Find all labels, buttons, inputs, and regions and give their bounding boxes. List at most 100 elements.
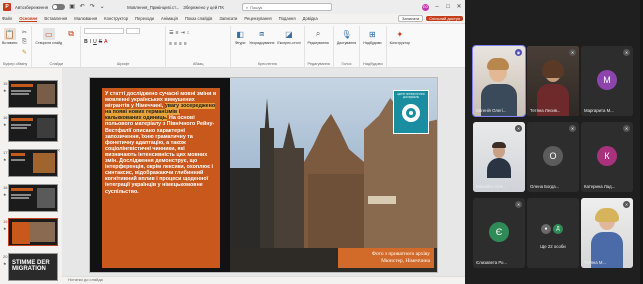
tab-transitions[interactable]: Переходи	[135, 16, 154, 21]
share-button[interactable]: Спільний доступ	[426, 16, 463, 21]
reuse-slides-icon: ⧉	[68, 29, 74, 38]
tab-slideshow[interactable]: Показ слайдів	[185, 16, 212, 21]
slide-thumbnails-pane: 15 ★ 16 ★ 17 ★ 18 ★ 19 ★ 20 ★ STIMME DER…	[0, 68, 62, 284]
editing-button[interactable]: ⌕ Редагування	[308, 28, 329, 45]
participant-tile[interactable]: О ✕ Олена Богда...	[527, 122, 579, 192]
copy-icon[interactable]: ⎘	[20, 38, 28, 46]
participant-tile[interactable]: К ✕ Катерина Лад...	[581, 122, 633, 192]
tab-record[interactable]: Записати	[219, 16, 237, 21]
mic-muted-icon: ✕	[623, 49, 630, 56]
tab-review[interactable]: Рецензування	[244, 16, 271, 21]
close-icon[interactable]: ✕	[456, 4, 462, 10]
designer-button[interactable]: ✦ Конструктор	[390, 28, 411, 46]
slide-thumbnail[interactable]: 15 ★	[2, 80, 60, 110]
slide-thumbnail[interactable]: 16 ★	[2, 114, 60, 144]
participant-tile[interactable]: ◉ Євгенія Олегі...	[472, 45, 526, 117]
slide-text-box[interactable]: У статті досліджено сучасні мовні зміни …	[102, 88, 220, 268]
powerpoint-logo-icon: P	[3, 3, 11, 11]
participant-tile[interactable]: ✕ Михайло Оле...	[473, 122, 525, 192]
group-editing: ⌕ Редагування Редагування	[308, 26, 334, 67]
participant-tile[interactable]: ✕ Тетяна Лесив...	[527, 46, 579, 116]
font-size-select[interactable]	[126, 28, 141, 34]
arrange-button[interactable]: ⧈ Упорядкування	[249, 28, 274, 45]
slide-thumbnail[interactable]: 18 ★	[2, 184, 60, 214]
group-clipboard: 📋 Вставити ✂ ⎘ ✎ Буфер обміну	[2, 26, 33, 67]
pane-collapse-icon[interactable]: ‹	[58, 148, 60, 154]
mic-muted-icon: ✕	[515, 125, 522, 132]
reuse-slides-button[interactable]: ⧉	[65, 28, 77, 40]
numbering-icon[interactable]: ≡	[176, 30, 179, 36]
file-title: Мовлення_Прикінцеві.ст...	[127, 4, 180, 10]
italic-icon[interactable]: I	[90, 39, 91, 45]
cut-icon[interactable]: ✂	[20, 28, 28, 36]
search-icon: ⌕	[245, 4, 249, 10]
bullets-icon[interactable]: ☰	[169, 30, 173, 36]
autosave-label: Автозбереження	[15, 4, 49, 10]
ribbon-tabs: Файл Основне Вставлення Малювання Констр…	[0, 14, 465, 24]
tab-insert[interactable]: Вставлення	[44, 16, 67, 21]
user-avatar[interactable]: ЄО	[422, 3, 429, 11]
participant-tile[interactable]: М ✕ Маргарита М...	[581, 46, 633, 116]
notes-pane[interactable]: Нотатки до слайда	[62, 276, 465, 284]
customize-icon[interactable]: ⌄	[99, 4, 105, 10]
format-painter-icon[interactable]: ✎	[20, 48, 28, 56]
paste-button[interactable]: 📋 Вставити	[2, 28, 17, 45]
tab-draw[interactable]: Малювання	[74, 16, 97, 21]
quick-styles-button[interactable]: ◪ Експрес-стилі	[277, 28, 300, 46]
autosave-toggle[interactable]	[52, 4, 66, 10]
slide-thumbnail-selected[interactable]: 19 ★	[2, 218, 60, 248]
slide-thumbnail[interactable]: 20 ★ STIMME DER MIGRATION	[2, 253, 60, 283]
dictate-button[interactable]: 🎙 Диктування	[337, 28, 356, 46]
addins-button[interactable]: ⊞ Надбудови	[363, 28, 381, 46]
tab-design[interactable]: Конструктор	[104, 16, 128, 21]
save-status[interactable]: Збережено у цей ПК	[183, 5, 224, 10]
maximize-icon[interactable]: □	[445, 4, 451, 10]
new-slide-button[interactable]: ▭ Створити слайд	[35, 28, 62, 45]
group-designer: ✦ Конструктор	[390, 26, 414, 67]
align-left-icon[interactable]: ≡	[169, 41, 172, 47]
record-button[interactable]: Записати	[397, 15, 424, 22]
group-font: B I U S A Шрифт	[84, 26, 167, 67]
new-slide-icon: ▭	[42, 28, 55, 40]
tab-help[interactable]: Довідка	[303, 16, 318, 21]
search-placeholder: Пошук	[250, 4, 263, 10]
quick-styles-icon: ◪	[285, 29, 293, 39]
addins-icon: ⊞	[369, 29, 376, 39]
strikethrough-icon[interactable]: S	[99, 39, 102, 45]
participant-tile[interactable]: ✕ Тетяна М...	[581, 198, 633, 268]
shapes-icon: ◧	[236, 29, 244, 39]
find-icon: ⌕	[315, 29, 321, 38]
indent-icon[interactable]: ⇥	[181, 30, 185, 36]
more-participants-tile[interactable]: ● Д Ще 22 особи	[527, 198, 579, 268]
tab-home[interactable]: Основне	[19, 16, 38, 22]
participant-tile[interactable]: Є ✕ Єлизавета Ро...	[473, 198, 525, 268]
font-color-icon[interactable]: A	[104, 39, 107, 45]
align-center-icon[interactable]: ≡	[174, 41, 177, 47]
tab-view[interactable]: Подання	[279, 16, 296, 21]
mic-muted-icon: ✕	[569, 49, 576, 56]
tab-file[interactable]: Файл	[2, 16, 12, 21]
line-spacing-icon[interactable]: ↕	[187, 30, 190, 36]
work-area: 15 ★ 16 ★ 17 ★ 18 ★ 19 ★ 20 ★ STIMME DER…	[0, 68, 465, 284]
justify-icon[interactable]: ≡	[184, 41, 187, 47]
shapes-button[interactable]: ◧ Фігури	[234, 28, 246, 46]
minimize-icon[interactable]: –	[434, 4, 440, 10]
search-input[interactable]: ⌕ Пошук	[241, 3, 332, 11]
align-right-icon[interactable]: ≡	[179, 41, 182, 47]
current-slide[interactable]: У статті досліджено сучасні мовні зміни …	[89, 77, 438, 273]
tab-animations[interactable]: Анімація	[161, 16, 178, 21]
speaking-icon: ◉	[515, 49, 522, 56]
slide-thumbnail[interactable]: 17 ★	[2, 149, 60, 179]
photo-caption[interactable]: Фото з приватного архіву Мюнстер, Німечч…	[338, 248, 434, 268]
notes-placeholder: Нотатки до слайда	[68, 277, 103, 282]
bold-icon[interactable]: B	[84, 39, 88, 45]
redo-icon[interactable]: ↷	[89, 4, 95, 10]
save-icon[interactable]: ▣	[69, 4, 75, 10]
microphone-icon: 🎙	[341, 29, 352, 39]
font-family-select[interactable]	[84, 28, 125, 34]
group-slides: ▭ Створити слайд ⧉ Слайди	[35, 26, 82, 67]
mic-muted-icon: ✕	[515, 201, 522, 208]
ribbon: 📋 Вставити ✂ ⎘ ✎ Буфер обміну ▭ Створити…	[0, 24, 465, 68]
undo-icon[interactable]: ↶	[79, 4, 85, 10]
underline-icon[interactable]: U	[93, 39, 97, 45]
